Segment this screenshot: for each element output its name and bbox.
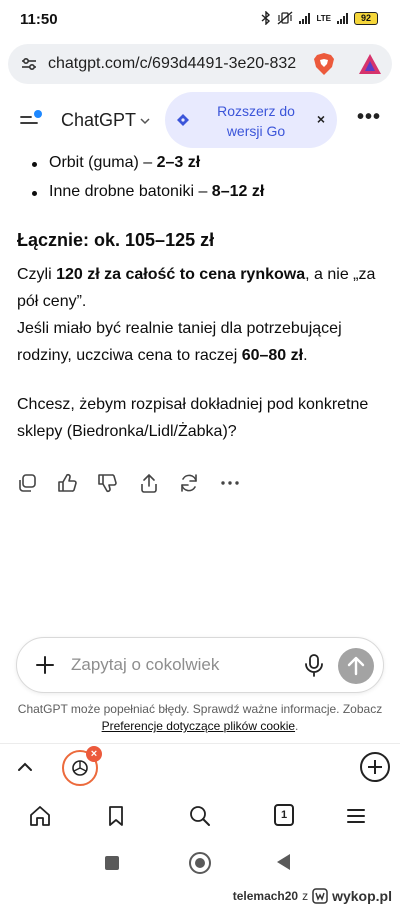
thumbs-up-icon[interactable] (56, 472, 78, 494)
composer (16, 637, 384, 693)
close-icon[interactable]: × (311, 109, 331, 129)
follow-up-question: Chcesz, żebym rozpisał dokładniej pod ko… (17, 396, 369, 440)
text-span: Czyli (17, 266, 57, 283)
copy-icon[interactable] (16, 472, 38, 494)
arrow-up-icon (347, 656, 365, 676)
tab-switcher-button[interactable]: 1 (274, 804, 294, 826)
more-actions-icon[interactable] (219, 472, 241, 494)
status-icons: LTE 92 (261, 11, 378, 25)
bookmark-icon[interactable] (104, 804, 128, 828)
app-title[interactable]: ChatGPT (61, 110, 136, 131)
watermark-user: telemach20 (232, 889, 299, 903)
list-item-text: Inne drobne batoniki – (49, 183, 212, 200)
disclaimer-suffix: . (295, 719, 299, 733)
chevron-down-icon[interactable] (138, 114, 152, 128)
browser-toolbar: 1 (0, 796, 400, 838)
signal-1-icon (299, 12, 311, 24)
text-span: . (303, 347, 308, 364)
status-time: 11:50 (20, 11, 58, 28)
status-bar: 11:50 LTE 92 (0, 0, 400, 40)
back-icon[interactable] (277, 854, 290, 870)
list-item-value: 8–12 zł (211, 183, 265, 200)
diamond-icon (177, 114, 189, 126)
upgrade-label[interactable]: Rozszerz do wersji Go (203, 101, 309, 141)
menu-icon[interactable] (344, 804, 368, 828)
home-icon[interactable] (28, 804, 52, 828)
upgrade-pill[interactable]: Rozszerz do wersji Go × (165, 92, 337, 148)
network-label: LTE (316, 13, 331, 23)
close-tab-icon[interactable]: × (86, 746, 102, 762)
list-item-value: 2–3 zł (156, 154, 201, 171)
watermark: telemach20 z wykop.pl (233, 888, 392, 904)
bold-span: 120 zł za całość to cena rynkowa (56, 266, 306, 283)
search-icon[interactable] (188, 804, 212, 828)
site-settings-icon[interactable] (20, 55, 38, 73)
thumbs-down-icon[interactable] (96, 472, 118, 494)
battery-icon: 92 (354, 11, 378, 25)
regenerate-icon[interactable] (178, 472, 200, 494)
message-input[interactable] (71, 653, 291, 677)
brave-rewards-icon[interactable] (358, 53, 382, 75)
chevron-up-icon[interactable] (14, 756, 36, 778)
disclaimer: ChatGPT może popełniać błędy. Sprawdź wa… (10, 701, 390, 735)
wykop-logo-icon (312, 888, 328, 904)
url-text[interactable]: chatgpt.com/c/693d4491-3e20-832 (48, 55, 310, 73)
share-icon[interactable] (138, 472, 160, 494)
muted-vibrate-icon (278, 11, 293, 25)
recents-icon[interactable] (105, 856, 119, 870)
send-button[interactable] (338, 648, 374, 684)
total-heading: Łącznie: ok. 105–125 zł (17, 230, 215, 250)
brave-shields-icon[interactable] (312, 52, 336, 76)
list-item: Orbit (guma) – 2–3 zł (31, 154, 201, 172)
more-options-icon[interactable]: ••• (354, 107, 384, 130)
system-nav-bar (0, 844, 400, 884)
bluetooth-icon (262, 11, 271, 25)
cookie-preferences-link[interactable]: Preferencje dotyczące plików cookie (102, 719, 295, 733)
app-header: ChatGPT Rozszerz do wersji Go × ••• (0, 90, 400, 150)
bold-span: 60–80 zł (241, 347, 304, 364)
watermark-site: wykop.pl (332, 888, 392, 904)
list-item: Inne drobne batoniki – 8–12 zł (31, 183, 265, 201)
url-bar[interactable]: chatgpt.com/c/693d4491-3e20-832 (8, 44, 392, 84)
disclaimer-text: ChatGPT może popełniać błędy. Sprawdź wa… (17, 702, 383, 716)
signal-2-icon (337, 12, 348, 24)
sidebar-menu-icon[interactable] (18, 108, 44, 130)
new-tab-icon[interactable] (359, 751, 391, 783)
tab-strip: × (0, 744, 400, 790)
watermark-separator: z (302, 889, 309, 903)
home-button-icon[interactable] (189, 852, 211, 874)
microphone-icon[interactable] (301, 652, 327, 678)
list-item-text: Orbit (guma) – (49, 154, 157, 171)
paragraph: Czyli 120 zł za całość to cena rynkowa, … (17, 261, 387, 369)
add-attachment-icon[interactable] (29, 649, 61, 681)
